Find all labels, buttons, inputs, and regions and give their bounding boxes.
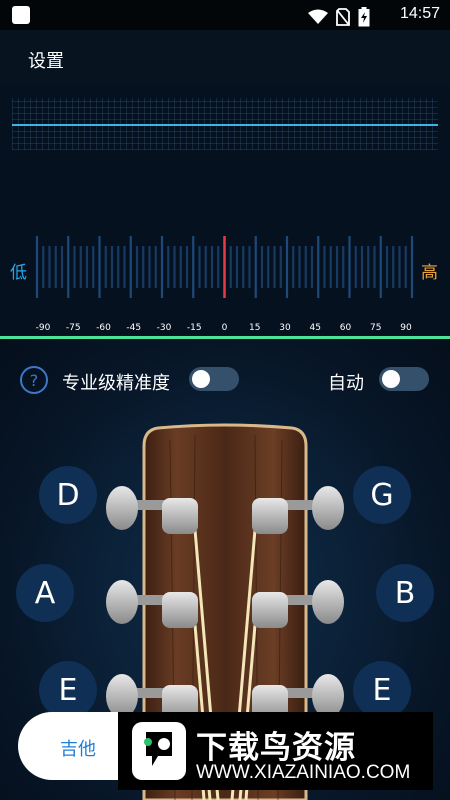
- scale-tick-label: 75: [370, 323, 381, 333]
- string-button-d[interactable]: D: [39, 466, 97, 524]
- help-button[interactable]: ?: [20, 366, 48, 394]
- toggle-knob: [192, 370, 210, 388]
- help-icon: ?: [29, 370, 39, 390]
- scale-tick-label: -75: [66, 323, 81, 333]
- watermark-title: 下载鸟资源: [196, 730, 356, 766]
- scale-tick-label: -45: [126, 323, 141, 333]
- bird-logo-icon: [144, 732, 172, 766]
- scale-tick-label: 90: [400, 323, 412, 333]
- string-button-g[interactable]: G: [353, 466, 411, 524]
- auto-toggle[interactable]: [379, 367, 429, 391]
- toggle-knob: [382, 370, 400, 388]
- watermark-logo: [132, 722, 186, 780]
- scale-tick-label: -90: [36, 323, 51, 333]
- auto-label: 自动: [328, 373, 364, 394]
- instrument-guitar-tab[interactable]: 吉他: [60, 735, 96, 761]
- no-sim-icon: [336, 8, 350, 26]
- watermark-url: WWW.XIAZAINIAO.COM: [196, 762, 411, 783]
- status-icons: [308, 7, 370, 27]
- scale-tick-label: 60: [340, 323, 352, 333]
- string-button-a[interactable]: A: [16, 564, 74, 622]
- status-bar: 14:57: [0, 0, 450, 30]
- scale-tick-label: -15: [187, 323, 202, 333]
- settings-button[interactable]: 设置: [28, 47, 64, 73]
- battery-icon: [358, 7, 370, 27]
- scale-tick-label: 45: [310, 323, 321, 333]
- wifi-icon: [308, 9, 328, 24]
- scale-tick-label: 30: [279, 323, 291, 333]
- string-button-low-e[interactable]: E: [39, 661, 97, 719]
- header-bar: [0, 30, 450, 85]
- scale-tick-label: -30: [157, 323, 172, 333]
- pro-precision-label: 专业级精准度: [62, 373, 170, 394]
- scale-tick-label: 0: [222, 323, 228, 333]
- status-time: 14:57: [399, 5, 440, 22]
- scale-tick-label: -60: [96, 323, 111, 333]
- app-icon: [12, 6, 30, 24]
- pro-precision-toggle[interactable]: [189, 367, 239, 391]
- tuning-meter: -90 -75 -60 -45 -30 -15 0 15 30 45 60 75 90: [36, 236, 414, 333]
- string-button-b[interactable]: B: [376, 564, 434, 622]
- string-button-high-e[interactable]: E: [353, 661, 411, 719]
- scale-tick-label: 15: [249, 323, 260, 333]
- waveform-line: [12, 124, 438, 126]
